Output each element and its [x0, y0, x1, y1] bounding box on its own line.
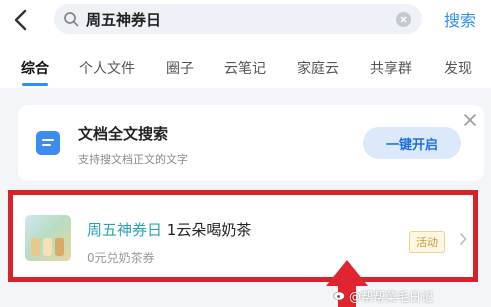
search-icon — [64, 12, 79, 27]
result-subtitle: 0元兑奶茶券 — [87, 251, 155, 265]
activity-badge: 活动 — [409, 231, 445, 253]
clear-icon[interactable] — [396, 12, 411, 27]
fulltext-card-title: 文档全文搜索 — [78, 125, 169, 143]
tab-all[interactable]: 综合 — [21, 58, 49, 78]
fulltext-search-card: 文档全文搜索 支持搜文档正文的文字 一键开启 — [18, 105, 484, 181]
watermark: @帮帮菜毛日记 — [349, 290, 434, 304]
result-title-highlight: 周五神券日 — [87, 221, 163, 239]
active-tab-indicator — [22, 83, 48, 86]
search-input[interactable] — [86, 7, 386, 31]
category-tabs: 综合 个人文件 圈子 云笔记 家庭云 共享群 发现 — [0, 52, 491, 88]
back-arrow-icon[interactable] — [10, 8, 32, 32]
chevron-right-icon — [460, 233, 467, 245]
search-button[interactable]: 搜索 — [444, 7, 476, 31]
weibo-icon — [333, 291, 345, 301]
fulltext-card-subtitle: 支持搜文档正文的文字 — [78, 153, 188, 166]
top-bar: 搜索 — [0, 0, 491, 44]
result-title: 周五神券日 1云朵喝奶茶 — [87, 219, 251, 240]
document-icon — [36, 131, 60, 155]
tab-discover[interactable]: 发现 — [444, 58, 472, 78]
enable-fulltext-button[interactable]: 一键开启 — [363, 127, 461, 159]
search-result-item[interactable]: 周五神券日 1云朵喝奶茶 0元兑奶茶券 活动 — [8, 190, 478, 282]
close-icon[interactable] — [464, 114, 476, 126]
tab-personal-files[interactable]: 个人文件 — [79, 58, 135, 78]
result-thumbnail — [25, 215, 71, 261]
tab-family-cloud[interactable]: 家庭云 — [297, 58, 339, 78]
tab-circles[interactable]: 圈子 — [166, 58, 194, 78]
result-title-rest: 1云朵喝奶茶 — [162, 221, 252, 239]
tab-shared-groups[interactable]: 共享群 — [370, 58, 412, 78]
search-box[interactable] — [54, 4, 422, 34]
tab-cloud-notes[interactable]: 云笔记 — [224, 58, 266, 78]
